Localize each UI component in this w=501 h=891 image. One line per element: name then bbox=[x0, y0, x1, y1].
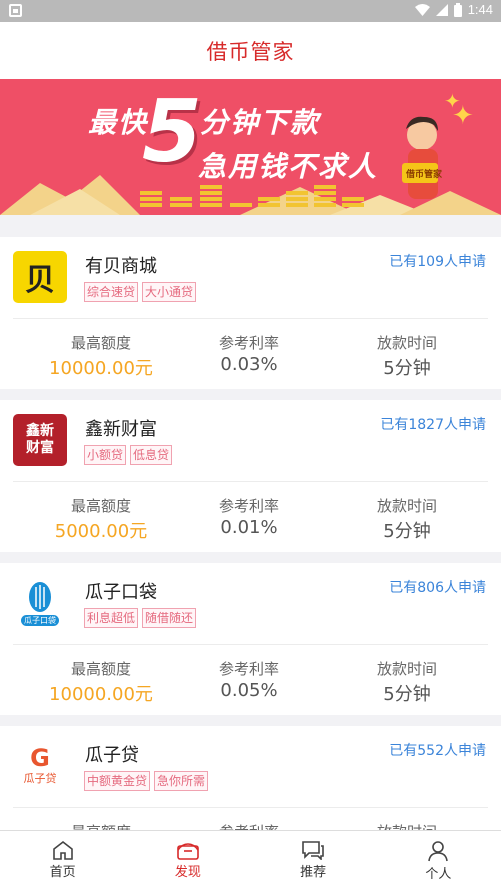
divider bbox=[13, 318, 488, 319]
interest-rate-label: 参考利率 bbox=[218, 660, 279, 678]
tab-label: 个人 bbox=[425, 867, 452, 882]
payout-time-value: 5分钟 bbox=[383, 684, 431, 705]
payout-time-stat: 放款时间 5分钟 bbox=[327, 495, 487, 543]
notification-icon bbox=[9, 4, 22, 17]
lender-name: 瓜子口袋 bbox=[85, 582, 157, 603]
applied-count-link[interactable]: 已有806人申请 bbox=[389, 577, 486, 597]
loan-tag: 小额贷 bbox=[84, 445, 127, 465]
tab-label: 发现 bbox=[174, 865, 201, 880]
banner-headline-1: 最快 bbox=[88, 106, 149, 139]
loan-tag: 大小通贷 bbox=[142, 282, 197, 302]
loan-card[interactable]: 贝有贝商城 已有109人申请综合速贷 大小通贷最高额度 10000.00元 参考利率 0.… bbox=[0, 237, 501, 389]
status-bar: 1:44 bbox=[0, 0, 501, 22]
divider bbox=[13, 807, 488, 808]
lender-name: 鑫新财富 bbox=[85, 419, 157, 440]
banner-badge: 借币管家 bbox=[406, 170, 443, 180]
loan-tag: 低息贷 bbox=[130, 445, 173, 465]
tab-label: 推荐 bbox=[300, 865, 327, 880]
lender-logo: G 瓜子贷 bbox=[13, 740, 67, 792]
divider bbox=[13, 481, 488, 482]
signal-icon bbox=[435, 3, 448, 16]
page-title: 借币管家 bbox=[206, 39, 295, 64]
applied-count-link[interactable]: 已有552人申请 bbox=[389, 740, 486, 760]
tab-profile[interactable]: 个人 bbox=[376, 831, 501, 891]
interest-rate-label: 参考利率 bbox=[218, 334, 279, 352]
promo-banner[interactable]: ✦ ✦ 最快 5 分钟下款 急用钱不求人 借币管家 bbox=[0, 79, 501, 215]
tab-label: 首页 bbox=[49, 865, 76, 880]
payout-time-stat: 放款时间 5分钟 bbox=[327, 332, 487, 380]
person-icon bbox=[428, 841, 449, 862]
divider bbox=[13, 644, 488, 645]
payout-time-label: 放款时间 bbox=[376, 660, 437, 678]
logo-text: 瓜子口袋 bbox=[21, 614, 59, 626]
bottom-tab-bar: 首页 发现 推荐 个人 bbox=[0, 830, 501, 891]
payout-time-value: 5分钟 bbox=[383, 358, 431, 379]
tag-list: 中额黄金贷 急你所需 bbox=[84, 771, 209, 791]
lender-name: 瓜子贷 bbox=[85, 745, 139, 766]
banner-big-number: 5 bbox=[142, 82, 202, 182]
loan-card[interactable]: 鑫新 财富 鑫新财富 已有1827人申请 小额贷 低息贷 最高额度 5000.00元 参考利率… bbox=[0, 400, 501, 552]
applied-count-link[interactable]: 已有1827人申请 bbox=[380, 414, 486, 434]
interest-rate-label: 参考利率 bbox=[218, 497, 279, 515]
max-amount-value: 5000.00元 bbox=[54, 521, 148, 542]
interest-rate-value: 0.01% bbox=[220, 517, 278, 538]
max-amount-label: 最高额度 bbox=[70, 497, 131, 515]
interest-rate-stat: 参考利率 0.01% bbox=[169, 495, 329, 538]
logo-text: 瓜子贷 bbox=[23, 772, 57, 785]
banner-headline-1b: 分钟下款 bbox=[200, 106, 321, 139]
interest-rate-value: 0.05% bbox=[220, 680, 278, 701]
payout-time-label: 放款时间 bbox=[376, 497, 437, 515]
payout-time-stat: 放款时间 5分钟 bbox=[327, 658, 487, 706]
wifi-icon bbox=[414, 3, 430, 16]
max-amount-label: 最高额度 bbox=[70, 334, 131, 352]
tab-home[interactable]: 首页 bbox=[0, 831, 125, 891]
lender-logo: 瓜子口袋 bbox=[13, 577, 67, 629]
max-amount-stat: 最高额度 10000.00元 bbox=[21, 332, 181, 380]
payout-time-value: 5分钟 bbox=[383, 521, 431, 542]
loan-tag: 急你所需 bbox=[154, 771, 209, 791]
sparkle-icon: ✦ bbox=[452, 101, 474, 131]
tab-discover[interactable]: 发现 bbox=[125, 831, 250, 891]
loan-tag: 综合速贷 bbox=[84, 282, 139, 302]
max-amount-value: 10000.00元 bbox=[49, 684, 153, 705]
interest-rate-value: 0.03% bbox=[220, 354, 278, 375]
loan-card[interactable]: 瓜子口袋 瓜子口袋 已有806人申请 利息超低 随借随还 最高额度 10000.00元 参考利… bbox=[0, 563, 501, 715]
tag-list: 利息超低 随借随还 bbox=[84, 608, 197, 628]
lender-name: 有贝商城 bbox=[85, 256, 157, 277]
tag-list: 综合速贷 大小通贷 bbox=[84, 282, 197, 302]
discover-icon bbox=[177, 843, 199, 860]
max-amount-stat: 最高额度 10000.00元 bbox=[21, 658, 181, 706]
lender-logo: 鑫新 财富 bbox=[13, 414, 67, 466]
max-amount-label: 最高额度 bbox=[70, 660, 131, 678]
interest-rate-stat: 参考利率 0.03% bbox=[169, 332, 329, 375]
interest-rate-stat: 参考利率 0.05% bbox=[169, 658, 329, 701]
clock: 1:44 bbox=[467, 2, 493, 17]
payout-time-label: 放款时间 bbox=[376, 334, 437, 352]
home-icon bbox=[52, 840, 73, 860]
applied-count-link[interactable]: 已有109人申请 bbox=[389, 251, 486, 271]
max-amount-stat: 最高额度 5000.00元 bbox=[21, 495, 181, 543]
banner-headline-2: 急用钱不求人 bbox=[198, 150, 379, 183]
loan-tag: 中额黄金贷 bbox=[84, 771, 151, 791]
loan-tag: 利息超低 bbox=[84, 608, 139, 628]
app-header: 借币管家 bbox=[0, 22, 501, 79]
tab-recommend[interactable]: 推荐 bbox=[251, 831, 376, 891]
battery-icon bbox=[453, 2, 462, 17]
max-amount-value: 10000.00元 bbox=[49, 358, 153, 379]
lender-logo: 贝 bbox=[13, 251, 67, 303]
chat-icon bbox=[302, 841, 324, 860]
loan-tag: 随借随还 bbox=[142, 608, 197, 628]
tag-list: 小额贷 低息贷 bbox=[84, 445, 173, 465]
